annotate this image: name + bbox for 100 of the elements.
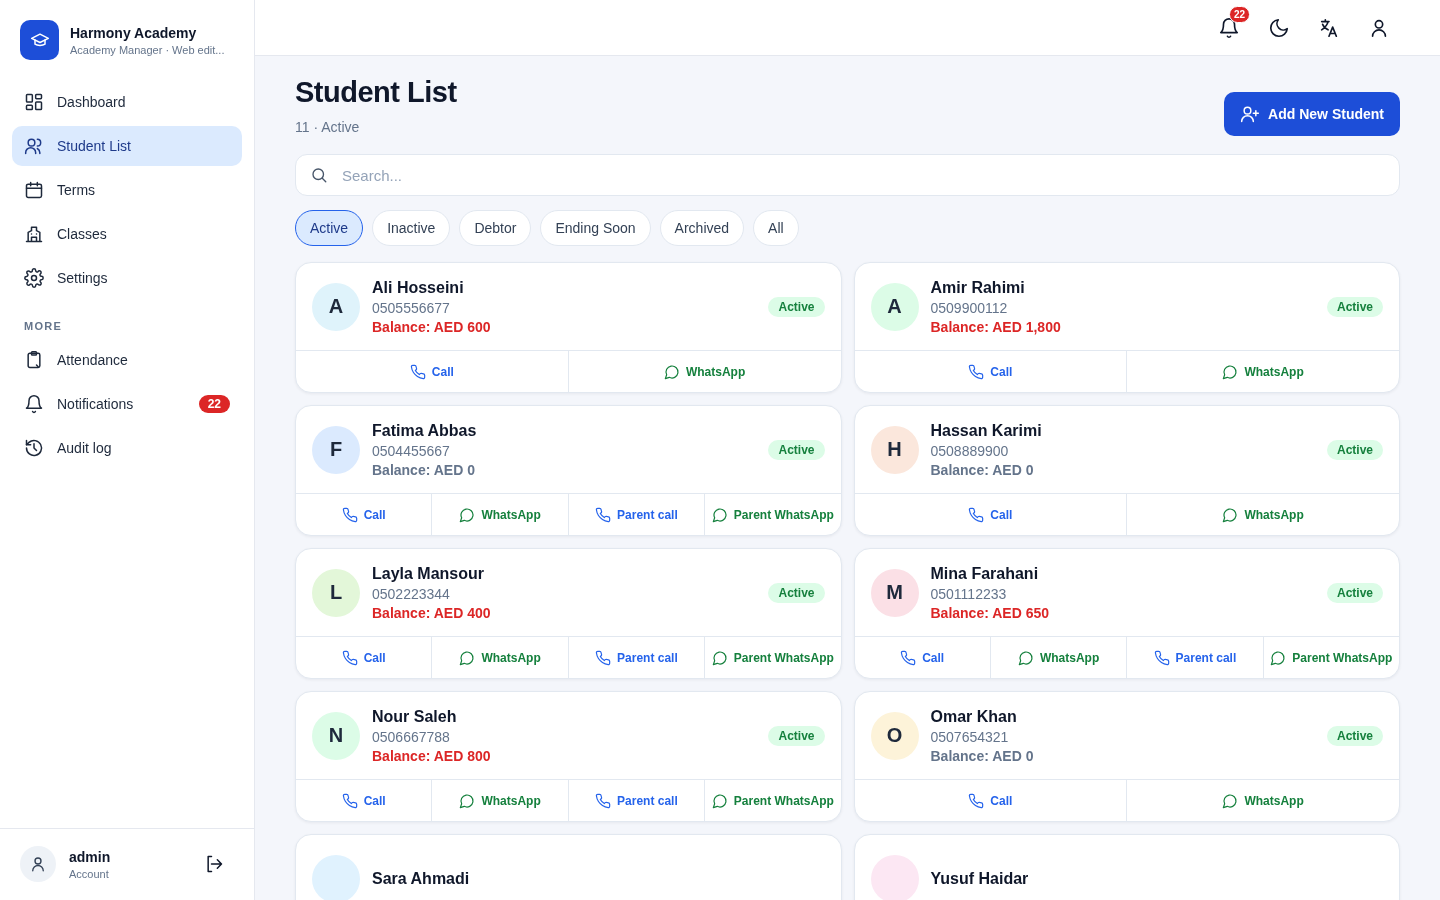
sidebar-item[interactable]: Classes bbox=[12, 214, 242, 254]
whatsapp-button[interactable]: WhatsApp bbox=[1127, 780, 1399, 821]
sidebar-item[interactable]: Terms bbox=[12, 170, 242, 210]
notifications-button[interactable] bbox=[1218, 16, 1240, 39]
bell-icon bbox=[1218, 16, 1240, 39]
status-badge: Active bbox=[768, 725, 825, 746]
student-name: Omar Khan bbox=[930, 707, 1018, 726]
phone-icon bbox=[341, 792, 358, 809]
student-name: Amir Rahimi bbox=[930, 278, 1026, 297]
clipboard-icon bbox=[24, 350, 44, 370]
history-icon bbox=[24, 438, 44, 458]
whatsapp-button[interactable]: WhatsApp bbox=[1127, 351, 1399, 392]
theme-button[interactable] bbox=[1268, 16, 1290, 39]
whatsapp-button[interactable]: WhatsApp bbox=[432, 637, 569, 678]
bell-icon bbox=[24, 394, 44, 414]
chat-bubble-icon bbox=[1222, 363, 1239, 380]
avatar: O bbox=[870, 711, 919, 760]
call-button[interactable]: Call bbox=[296, 351, 569, 392]
whatsapp-button[interactable]: Parent WhatsApp bbox=[705, 494, 841, 535]
status-badge: Active bbox=[768, 296, 825, 317]
status-badge: Active bbox=[768, 582, 825, 603]
whatsapp-button[interactable]: Parent WhatsApp bbox=[1263, 637, 1399, 678]
chat-bubble-icon bbox=[711, 792, 728, 809]
filter-chip[interactable]: Archived bbox=[659, 210, 745, 246]
call-button[interactable]: Call bbox=[854, 351, 1128, 392]
phone-number: 0509900112 bbox=[930, 299, 1009, 316]
chat-bubble-icon bbox=[1222, 792, 1239, 809]
phone-number: 0505556677 bbox=[372, 299, 451, 316]
sidebar-item[interactable]: Notifications 22 bbox=[12, 384, 242, 424]
filter-chip[interactable]: Inactive bbox=[372, 210, 451, 246]
phone-icon bbox=[1153, 649, 1170, 666]
phone-icon bbox=[968, 506, 985, 523]
student-name: Nour Saleh bbox=[372, 707, 458, 726]
student-name: Sara Ahmadi bbox=[372, 869, 471, 888]
call-button[interactable]: Call bbox=[296, 780, 433, 821]
call-button[interactable]: Call bbox=[854, 494, 1128, 535]
whatsapp-button[interactable]: Parent WhatsApp bbox=[705, 780, 841, 821]
student-name: Yusuf Haidar bbox=[930, 869, 1030, 888]
logout-button[interactable] bbox=[204, 854, 224, 874]
filter-chip[interactable]: Debtor bbox=[459, 210, 532, 246]
phone-number: 0508889900 bbox=[930, 442, 1010, 459]
call-button[interactable]: Parent call bbox=[568, 494, 706, 535]
language-button[interactable] bbox=[1318, 16, 1340, 39]
whatsapp-button[interactable]: WhatsApp bbox=[568, 351, 841, 392]
chat-bubble-icon bbox=[1017, 649, 1034, 666]
filter-chip[interactable]: Ending Soon bbox=[540, 210, 651, 246]
filter-chip[interactable]: All bbox=[753, 210, 799, 246]
balance-text: Balance: AED 0 bbox=[372, 461, 476, 478]
sidebar-item[interactable]: Attendance bbox=[12, 340, 242, 380]
status-badge: Active bbox=[768, 439, 825, 460]
account-role: Account bbox=[69, 867, 110, 880]
call-button[interactable]: Call bbox=[296, 637, 433, 678]
whatsapp-button[interactable]: WhatsApp bbox=[990, 637, 1128, 678]
avatar: A bbox=[870, 282, 919, 331]
phone-icon bbox=[341, 649, 358, 666]
whatsapp-button[interactable]: WhatsApp bbox=[1127, 494, 1399, 535]
avatar: F bbox=[312, 425, 360, 474]
add-student-button[interactable]: Add New Student bbox=[1224, 92, 1400, 136]
section-label: MORE bbox=[23, 319, 64, 334]
chat-bubble-icon bbox=[1222, 506, 1239, 523]
chat-bubble-icon bbox=[663, 363, 680, 380]
sidebar-item[interactable]: Student List bbox=[12, 126, 242, 166]
chat-bubble-icon bbox=[1270, 649, 1287, 666]
logout-icon bbox=[204, 854, 224, 874]
chat-bubble-icon bbox=[459, 506, 476, 523]
phone-number: 0504455667 bbox=[372, 442, 451, 459]
call-button[interactable]: Parent call bbox=[568, 780, 706, 821]
status-badge: Active bbox=[1326, 439, 1383, 460]
sidebar-item[interactable]: Settings bbox=[12, 258, 242, 298]
calendar-icon bbox=[24, 180, 44, 200]
dashboard-icon bbox=[24, 92, 44, 112]
app-name: Harmony Academy bbox=[70, 24, 198, 41]
filter-chip[interactable]: Active bbox=[295, 210, 364, 246]
balance-text: Balance: AED 400 bbox=[372, 604, 492, 621]
phone-number: 0506667788 bbox=[372, 728, 451, 745]
avatar: L bbox=[312, 568, 360, 617]
call-button[interactable]: Call bbox=[854, 637, 991, 678]
app-subtitle: Academy Manager · Web edit... bbox=[70, 43, 225, 56]
phone-icon bbox=[595, 649, 612, 666]
phone-icon bbox=[341, 506, 358, 523]
call-button[interactable]: Call bbox=[854, 780, 1128, 821]
student-name: Fatima Abbas bbox=[372, 421, 478, 440]
call-button[interactable]: Call bbox=[296, 494, 433, 535]
notification-badge: 22 bbox=[1229, 5, 1251, 23]
sidebar-item[interactable]: Dashboard bbox=[12, 82, 242, 122]
balance-text: Balance: AED 600 bbox=[372, 318, 492, 335]
balance-text: Balance: AED 0 bbox=[930, 461, 1035, 478]
whatsapp-button[interactable]: Parent WhatsApp bbox=[705, 637, 841, 678]
status-badge: Active bbox=[1326, 582, 1383, 603]
sidebar-item[interactable]: Audit log bbox=[12, 428, 242, 468]
phone-number: 0502223344 bbox=[372, 585, 451, 602]
call-button[interactable]: Parent call bbox=[568, 637, 706, 678]
call-button[interactable]: Parent call bbox=[1127, 637, 1264, 678]
whatsapp-button[interactable]: WhatsApp bbox=[432, 780, 569, 821]
avatar: N bbox=[312, 711, 360, 760]
avatar: A bbox=[312, 282, 360, 331]
page-title: Student List bbox=[295, 76, 457, 109]
users-icon bbox=[24, 136, 44, 156]
balance-text: Balance: AED 1,800 bbox=[930, 318, 1062, 335]
whatsapp-button[interactable]: WhatsApp bbox=[432, 494, 569, 535]
